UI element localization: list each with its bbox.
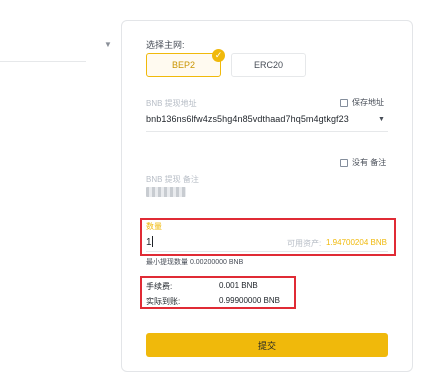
memo-input-redacted[interactable] xyxy=(146,187,186,197)
fee-value: 0.001 BNB xyxy=(219,281,258,290)
checkbox-icon[interactable] xyxy=(340,158,348,167)
save-address-label: 保存地址 xyxy=(352,98,384,107)
checkbox-icon[interactable] xyxy=(340,98,348,107)
network-option-bep2[interactable]: BEP2 xyxy=(146,53,221,77)
receive-value: 0.99900000 BNB xyxy=(219,296,280,305)
amount-input[interactable]: 1 xyxy=(146,237,152,248)
amount-label: 数量 xyxy=(146,222,162,231)
text-cursor xyxy=(152,236,153,247)
no-memo-checkbox[interactable]: 没有 备注 xyxy=(340,157,386,168)
available-label: 可用资产: xyxy=(287,239,322,248)
check-icon: ✓ xyxy=(212,49,225,62)
save-address-checkbox[interactable]: 保存地址 xyxy=(340,97,384,108)
left-divider xyxy=(0,61,86,62)
network-label: 选择主网: xyxy=(146,40,185,50)
memo-label: BNB 提现 备注 xyxy=(146,175,199,184)
no-memo-label: 没有 备注 xyxy=(352,158,387,167)
address-input[interactable]: bnb136ns6lfw4zs5hg4n85vdthaad7hq5m4gtkgf… xyxy=(146,114,349,124)
amount-underline xyxy=(146,251,388,252)
network-option-erc20[interactable]: ERC20 xyxy=(231,53,306,77)
address-label: BNB 提现地址 xyxy=(146,99,197,108)
submit-button[interactable]: 提交 xyxy=(146,333,388,357)
min-withdraw-text: 最小提现数量 0.00200000 BNB xyxy=(146,259,244,266)
available-balance[interactable]: 1.94700204 BNB xyxy=(326,238,387,247)
address-underline xyxy=(146,131,388,132)
receive-label: 实际到账: xyxy=(146,297,181,306)
fee-label: 手续费: xyxy=(146,282,173,291)
chevron-down-icon[interactable]: ▼ xyxy=(104,40,112,49)
chevron-down-icon[interactable]: ▼ xyxy=(378,116,385,123)
